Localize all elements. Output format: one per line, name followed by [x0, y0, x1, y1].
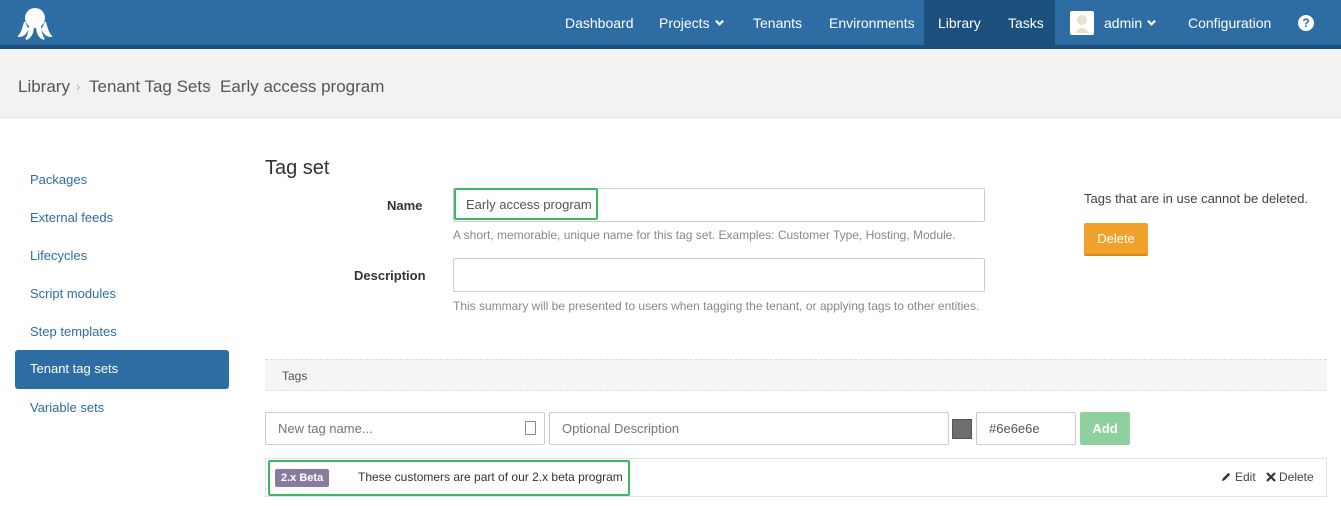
- octopus-logo-icon[interactable]: [18, 6, 52, 40]
- tag-color-input[interactable]: #6e6e6e: [976, 412, 1076, 445]
- tag-badge: 2.x Beta: [275, 469, 330, 487]
- sidebar-item-tenant-tag-sets[interactable]: Tenant tag sets: [15, 350, 229, 389]
- delete-note: Tags that are in use cannot be deleted.: [1084, 191, 1309, 206]
- sidebar-item-script-modules[interactable]: Script modules: [15, 275, 229, 313]
- key-icon: [525, 421, 536, 435]
- breadcrumb-library[interactable]: Library: [18, 77, 70, 97]
- sidebar-item-packages[interactable]: Packages: [15, 161, 229, 199]
- user-name: admin: [1104, 15, 1143, 31]
- chevron-down-icon: [1147, 19, 1157, 26]
- page-title: Tag set: [265, 157, 330, 179]
- user-avatar-icon: [1075, 15, 1089, 33]
- edit-tag-label: Edit: [1235, 470, 1256, 484]
- chevron-down-icon: [714, 19, 724, 26]
- delete-tag-label: Delete: [1279, 470, 1314, 484]
- name-highlight: [454, 188, 598, 220]
- name-help-text: A short, memorable, unique name for this…: [453, 228, 956, 242]
- tag-description: These customers are part of our 2.x beta…: [358, 470, 623, 484]
- edit-tag-button[interactable]: Edit: [1221, 470, 1256, 484]
- pencil-icon: [1221, 472, 1231, 482]
- user-menu[interactable]: admin: [1104, 0, 1157, 45]
- breadcrumb-tenant-tag-sets[interactable]: Tenant Tag Sets: [89, 77, 211, 97]
- breadcrumb-separator-icon: ›: [207, 79, 212, 94]
- nav-environments[interactable]: Environments: [829, 0, 915, 45]
- sidebar-item-external-feeds[interactable]: External feeds: [15, 199, 229, 237]
- sidebar-item-variable-sets[interactable]: Variable sets: [15, 389, 229, 427]
- tags-section-header: Tags: [265, 359, 1327, 391]
- nav-dashboard[interactable]: Dashboard: [565, 0, 634, 45]
- color-swatch[interactable]: [952, 419, 972, 439]
- user-avatar[interactable]: [1070, 11, 1094, 35]
- description-label: Description: [354, 268, 426, 283]
- description-field[interactable]: [453, 258, 985, 292]
- nav-tasks[interactable]: Tasks: [993, 0, 1055, 45]
- sidebar-item-lifecycles[interactable]: Lifecycles: [15, 237, 229, 275]
- nav-tenants[interactable]: Tenants: [753, 0, 802, 45]
- delete-button[interactable]: Delete: [1084, 223, 1148, 256]
- breadcrumb-separator-icon: ›: [76, 79, 81, 94]
- breadcrumb-current: Early access program: [220, 77, 385, 96]
- nav-library[interactable]: Library: [924, 0, 993, 45]
- nav-projects-label: Projects: [659, 15, 710, 31]
- add-tag-button[interactable]: Add: [1080, 412, 1130, 445]
- sidebar-item-step-templates[interactable]: Step templates: [15, 313, 229, 351]
- breadcrumb: Library › Tenant Tag Sets › Early access…: [0, 49, 1341, 118]
- name-label: Name: [387, 198, 423, 213]
- nav-projects[interactable]: Projects: [659, 0, 724, 45]
- nav-configuration[interactable]: Configuration: [1188, 0, 1271, 45]
- new-tag-name-input[interactable]: [265, 412, 545, 445]
- top-nav: Dashboard Projects Tenants Environments …: [0, 0, 1341, 45]
- close-icon: [1266, 472, 1276, 482]
- tag-description-input[interactable]: [549, 412, 949, 445]
- description-help-text: This summary will be presented to users …: [453, 299, 980, 313]
- help-icon[interactable]: ?: [1298, 15, 1314, 31]
- delete-tag-button[interactable]: Delete: [1266, 470, 1314, 484]
